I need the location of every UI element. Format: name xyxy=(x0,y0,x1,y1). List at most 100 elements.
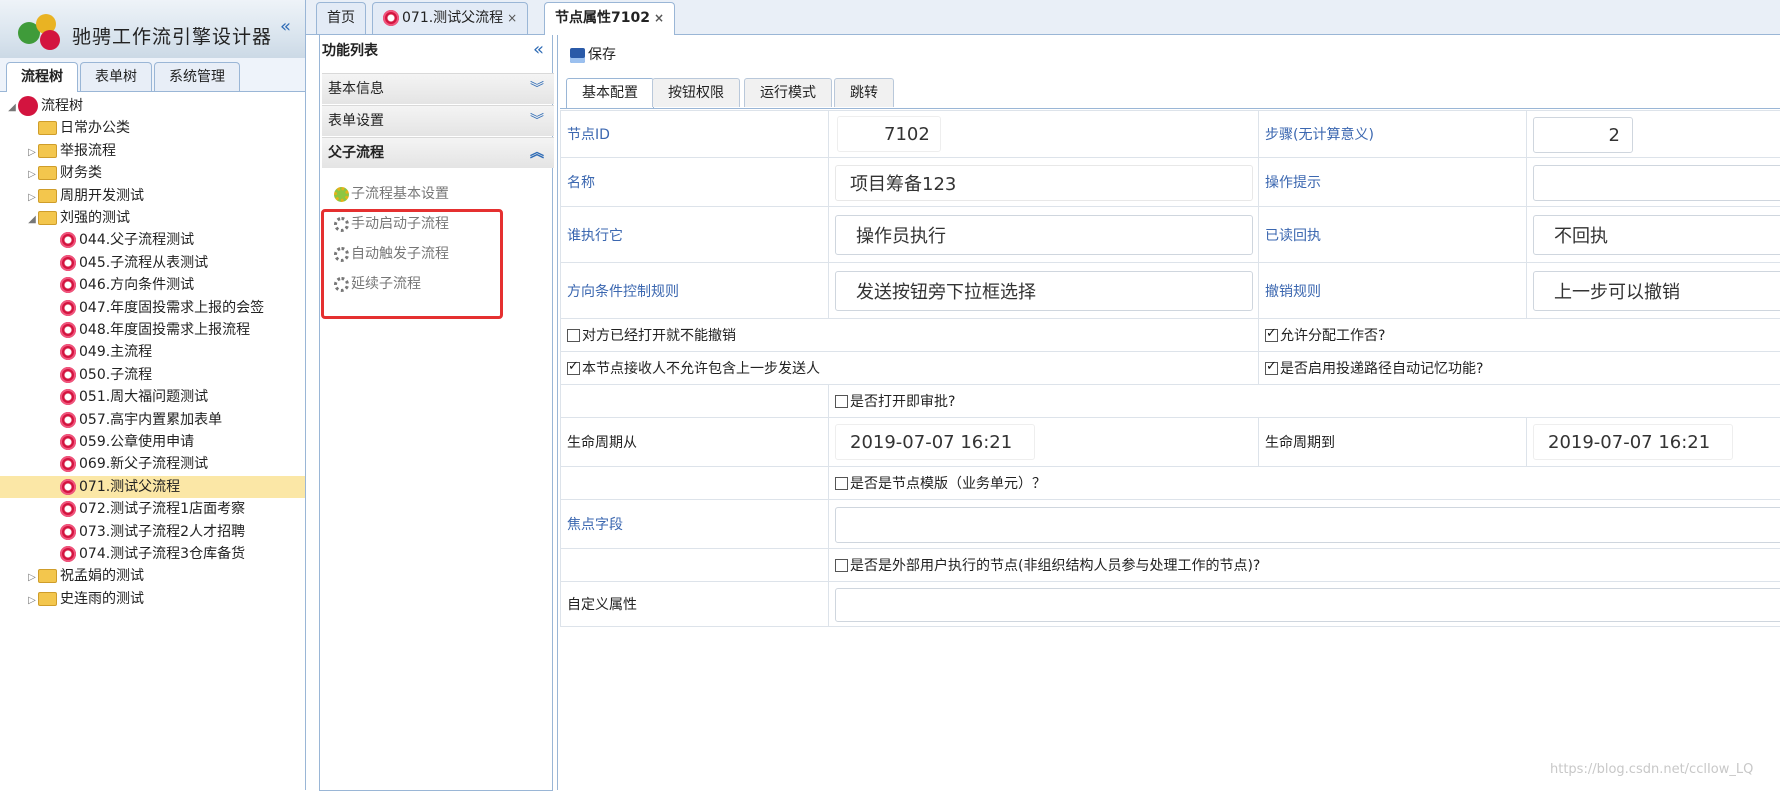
checkbox-row[interactable]: 本节点接收人不允许包含上一步发送人 xyxy=(561,352,1259,385)
read-receipt-select[interactable]: 不回执 xyxy=(1533,215,1780,255)
flow-icon xyxy=(60,366,76,383)
tree-folder[interactable]: ▷ 财务类 xyxy=(26,162,102,184)
undo-rule-select[interactable]: 上一步可以撤销 xyxy=(1533,271,1780,311)
tree-folder[interactable]: 日常办公类 xyxy=(26,117,130,139)
section-label: 父子流程 xyxy=(328,145,384,161)
tree-flow-item[interactable]: 057.高宇内置累加表单 xyxy=(60,409,222,431)
tree-folder[interactable]: ▷ 周朋开发测试 xyxy=(26,185,144,207)
checkbox-label: 是否是节点模版（业务单元）？ xyxy=(850,476,1046,492)
tab-system-manage[interactable]: 系统管理 xyxy=(154,62,240,91)
tree-flow-item[interactable]: 047.年度固投需求上报的会签 xyxy=(60,297,264,319)
tree-flow-item[interactable]: 073.测试子流程2人才招聘 xyxy=(60,521,245,543)
chevron-up-icon: ︽ xyxy=(530,145,544,161)
checkbox-icon[interactable] xyxy=(835,558,848,572)
tree-flow-item[interactable]: 069.新父子流程测试 xyxy=(60,453,208,475)
flow-icon xyxy=(60,277,76,294)
checkbox-checked-icon[interactable] xyxy=(567,359,580,375)
tree-root[interactable]: ◢ 流程树 xyxy=(6,95,83,117)
tab-parent-flow[interactable]: 071.测试父流程 × xyxy=(372,2,529,34)
tree-folder[interactable]: ◢ 刘强的测试 xyxy=(26,207,130,229)
tree-flow-item[interactable]: 059.公章使用申请 xyxy=(60,431,194,453)
section-form-settings[interactable]: 表单设置 ︾ xyxy=(322,105,554,136)
section-parent-child-flow[interactable]: 父子流程 ︽ xyxy=(322,137,554,168)
tree-flow-item[interactable]: 074.测试子流程3仓库备货 xyxy=(60,543,245,565)
save-button[interactable]: 保存 xyxy=(570,44,616,64)
custom-attr-input[interactable] xyxy=(835,588,1780,622)
tree-flow-item[interactable]: 072.测试子流程1店面考察 xyxy=(60,498,245,520)
collapse-left-icon[interactable]: « xyxy=(280,16,291,37)
chevron-down-icon: ︾ xyxy=(530,81,544,97)
custom-attr-cell xyxy=(829,582,1780,627)
checkbox-row[interactable]: 是否是节点模版（业务单元）？ xyxy=(829,467,1780,500)
checkbox-checked-icon[interactable] xyxy=(1265,359,1278,375)
name-field[interactable]: 项目筹备123 xyxy=(835,165,1253,201)
node-id-field[interactable]: 7102 xyxy=(837,116,941,152)
close-icon[interactable]: × xyxy=(654,11,664,25)
checkbox-row[interactable]: 是否打开即审批? xyxy=(829,385,1780,418)
tree-folder[interactable]: ▷ 祝孟娟的测试 xyxy=(26,565,144,587)
lifecycle-to-label: 生命周期到 xyxy=(1259,418,1527,467)
tab-jump[interactable]: 跳转 xyxy=(834,78,894,107)
checkbox-row[interactable]: 允许分配工作否? xyxy=(1259,319,1780,352)
close-icon[interactable]: × xyxy=(507,11,517,25)
tab-basic-config[interactable]: 基本配置 xyxy=(566,78,654,108)
checkbox-label: 是否启用投递路径自动记忆功能? xyxy=(1280,361,1484,377)
section-label: 表单设置 xyxy=(328,113,384,129)
lifecycle-to-cell: 2019-07-07 16:21 xyxy=(1527,418,1780,467)
flow-icon xyxy=(60,456,76,473)
collapse-function-list-icon[interactable]: « xyxy=(533,39,544,60)
tab-form-tree[interactable]: 表单树 xyxy=(80,62,152,91)
tab-run-mode[interactable]: 运行模式 xyxy=(744,78,832,107)
lifecycle-from-cell: 2019-07-07 16:21 xyxy=(829,418,1259,467)
checkbox-icon[interactable] xyxy=(835,476,848,490)
flow-icon xyxy=(60,299,76,316)
tree-flow-item[interactable]: 051.周大福问题测试 xyxy=(60,386,208,408)
section-label: 基本信息 xyxy=(328,81,384,97)
lifecycle-to-field[interactable]: 2019-07-07 16:21 xyxy=(1533,424,1733,460)
who-executes-label: 谁执行它 xyxy=(561,207,829,263)
expand-arrow-icon[interactable]: ▷ xyxy=(26,187,38,209)
tab-flow-tree[interactable]: 流程树 xyxy=(6,62,78,92)
tree-flow-item[interactable]: 049.主流程 xyxy=(60,341,152,363)
tip-field[interactable] xyxy=(1533,165,1780,201)
tab-home[interactable]: 首页 xyxy=(316,2,366,34)
tree-flow-item[interactable]: 046.方向条件测试 xyxy=(60,274,194,296)
checkbox-icon[interactable] xyxy=(835,394,848,408)
lifecycle-from-label: 生命周期从 xyxy=(561,418,829,467)
tree-node-label: 072.测试子流程1店面考察 xyxy=(79,501,246,518)
tab-node-properties[interactable]: 节点属性7102 × xyxy=(544,2,676,35)
tree-flow-item[interactable]: 048.年度固投需求上报流程 xyxy=(60,319,250,341)
expand-arrow-icon[interactable]: ▷ xyxy=(26,590,38,612)
tab-node-properties-label: 节点属性7102 xyxy=(555,10,650,26)
flow-tree-root-icon xyxy=(18,96,38,116)
checkbox-icon[interactable] xyxy=(567,328,580,342)
tree-folder[interactable]: ▷ 史连雨的测试 xyxy=(26,588,144,610)
checkbox-checked-icon[interactable] xyxy=(1265,326,1278,342)
who-executes-select[interactable]: 操作员执行 xyxy=(835,215,1253,255)
lifecycle-from-field[interactable]: 2019-07-07 16:21 xyxy=(835,424,1035,460)
collapse-arrow-icon[interactable]: ◢ xyxy=(6,97,18,119)
tree-folder[interactable]: ▷ 举报流程 xyxy=(26,140,116,162)
tree-flow-item[interactable]: 045.子流程从表测试 xyxy=(60,252,208,274)
expand-arrow-icon[interactable]: ▷ xyxy=(26,142,38,164)
flow-icon xyxy=(60,501,76,518)
expand-arrow-icon[interactable]: ▷ xyxy=(26,164,38,186)
item-subflow-basic-settings[interactable]: 子流程基本设置 xyxy=(334,182,449,206)
tree-flow-item[interactable]: 044.父子流程测试 xyxy=(60,229,194,251)
checkbox-label: 是否打开即审批? xyxy=(850,394,956,410)
direction-rule-select[interactable]: 发送按钮旁下拉框选择 xyxy=(835,271,1253,311)
checkbox-row[interactable]: 是否是外部用户执行的节点(非组织结构人员参与处理工作的节点)? xyxy=(829,549,1780,582)
expand-arrow-icon[interactable]: ▷ xyxy=(26,567,38,589)
top-tab-bar: 首页 071.测试父流程 × 节点属性7102 × xyxy=(306,0,1780,35)
checkbox-row[interactable]: 是否启用投递路径自动记忆功能? xyxy=(1259,352,1780,385)
collapse-arrow-icon[interactable]: ◢ xyxy=(26,209,38,231)
checkbox-row[interactable]: 对方已经打开就不能撤销 xyxy=(561,319,1259,352)
tree-node-label: 048.年度固投需求上报流程 xyxy=(79,322,251,338)
folder-icon xyxy=(38,211,57,225)
tree-flow-item[interactable]: 071.测试父流程 xyxy=(0,475,305,498)
tab-button-permission[interactable]: 按钮权限 xyxy=(652,78,740,107)
tree-flow-item[interactable]: 050.子流程 xyxy=(60,364,152,386)
focus-field-input[interactable] xyxy=(835,507,1780,543)
section-basic-info[interactable]: 基本信息 ︾ xyxy=(322,73,554,104)
step-field[interactable]: 2 xyxy=(1533,117,1633,153)
